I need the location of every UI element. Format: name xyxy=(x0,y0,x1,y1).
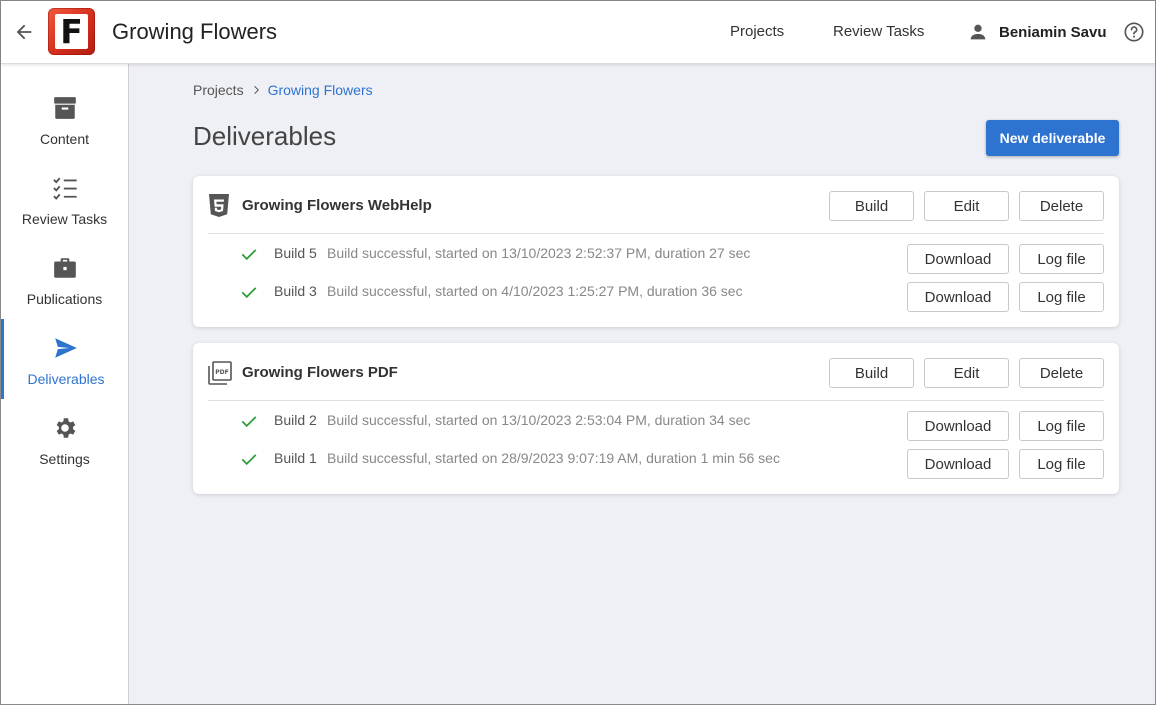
breadcrumb: Projects Growing Flowers xyxy=(193,82,373,98)
sidebar-item-label: Settings xyxy=(39,451,90,467)
build-name: Build 5 xyxy=(274,245,317,261)
build-button[interactable]: Build xyxy=(829,358,914,388)
sidebar-item-label: Publications xyxy=(26,291,103,307)
deliverable-title: Growing Flowers WebHelp xyxy=(242,197,432,214)
archive-box-icon xyxy=(50,93,80,123)
deliverable-card: Growing Flowers WebHelp Build Edit Delet… xyxy=(193,176,1119,327)
user-menu[interactable]: Beniamin Savu xyxy=(967,21,1107,43)
log-file-button[interactable]: Log file xyxy=(1019,282,1104,312)
deliverable-title: Growing Flowers PDF xyxy=(242,364,398,381)
page-title: Deliverables xyxy=(193,121,337,151)
checklist-icon xyxy=(50,173,80,203)
download-button[interactable]: Download xyxy=(907,411,1009,441)
log-file-button[interactable]: Log file xyxy=(1019,411,1104,441)
nav-projects[interactable]: Projects xyxy=(730,23,784,40)
user-icon xyxy=(970,24,986,40)
main-content: Projects Growing Flowers Deliverables Ne… xyxy=(130,64,1155,704)
send-icon xyxy=(51,333,81,363)
edit-button[interactable]: Edit xyxy=(924,358,1009,388)
check-icon xyxy=(241,416,257,428)
sidebar-item-label: Review Tasks xyxy=(21,211,108,227)
sidebar-item-review-tasks[interactable]: Review Tasks xyxy=(1,159,128,239)
download-button[interactable]: Download xyxy=(907,449,1009,479)
briefcase-icon xyxy=(50,253,80,283)
breadcrumb-projects[interactable]: Projects xyxy=(193,82,244,98)
build-name: Build 3 xyxy=(274,283,317,299)
gear-icon xyxy=(50,413,80,443)
top-bar: F Growing Flowers Projects Review Tasks … xyxy=(1,1,1155,64)
check-icon xyxy=(241,249,257,261)
html5-icon xyxy=(207,193,233,219)
delete-button[interactable]: Delete xyxy=(1019,191,1104,221)
card-divider xyxy=(208,400,1104,401)
build-name: Build 1 xyxy=(274,450,317,466)
back-arrow-icon[interactable] xyxy=(11,19,37,45)
app-logo: F xyxy=(48,8,95,55)
deliverable-card: PDF Growing Flowers PDF Build Edit Delet… xyxy=(193,343,1119,494)
logo-letter: F xyxy=(55,14,88,49)
build-status: Build successful, started on 13/10/2023 … xyxy=(327,412,751,428)
help-icon[interactable] xyxy=(1123,21,1145,43)
nav-review-tasks[interactable]: Review Tasks xyxy=(833,23,924,40)
sidebar-item-label: Content xyxy=(39,131,90,147)
check-icon xyxy=(241,454,257,466)
build-button[interactable]: Build xyxy=(829,191,914,221)
sidebar-item-settings[interactable]: Settings xyxy=(1,399,128,479)
sidebar-item-deliverables[interactable]: Deliverables xyxy=(1,319,128,399)
card-divider xyxy=(208,233,1104,234)
delete-button[interactable]: Delete xyxy=(1019,358,1104,388)
sidebar-item-content[interactable]: Content xyxy=(1,79,128,159)
svg-text:PDF: PDF xyxy=(215,369,228,376)
download-button[interactable]: Download xyxy=(907,244,1009,274)
chevron-right-icon xyxy=(253,86,259,94)
build-row: Build 2 Build successful, started on 13/… xyxy=(193,409,1119,443)
user-name: Beniamin Savu xyxy=(999,23,1107,41)
new-deliverable-button[interactable]: New deliverable xyxy=(986,120,1119,156)
sidebar-item-label: Deliverables xyxy=(27,371,105,387)
log-file-button[interactable]: Log file xyxy=(1019,449,1104,479)
build-row: Build 1 Build successful, started on 28/… xyxy=(193,447,1119,481)
log-file-button[interactable]: Log file xyxy=(1019,244,1104,274)
sidebar-item-publications[interactable]: Publications xyxy=(1,239,128,319)
app-title: Growing Flowers xyxy=(112,19,278,44)
check-icon xyxy=(241,287,257,299)
edit-button[interactable]: Edit xyxy=(924,191,1009,221)
pdf-icon: PDF xyxy=(207,360,233,386)
build-row: Build 3 Build successful, started on 4/1… xyxy=(193,280,1119,314)
sidebar: Content Review Tasks Publications Delive… xyxy=(1,64,129,704)
build-status: Build successful, started on 28/9/2023 9… xyxy=(327,450,780,466)
download-button[interactable]: Download xyxy=(907,282,1009,312)
build-status: Build successful, started on 4/10/2023 1… xyxy=(327,283,743,299)
build-status: Build successful, started on 13/10/2023 … xyxy=(327,245,751,261)
build-row: Build 5 Build successful, started on 13/… xyxy=(193,242,1119,276)
breadcrumb-current[interactable]: Growing Flowers xyxy=(268,82,373,98)
build-name: Build 2 xyxy=(274,412,317,428)
